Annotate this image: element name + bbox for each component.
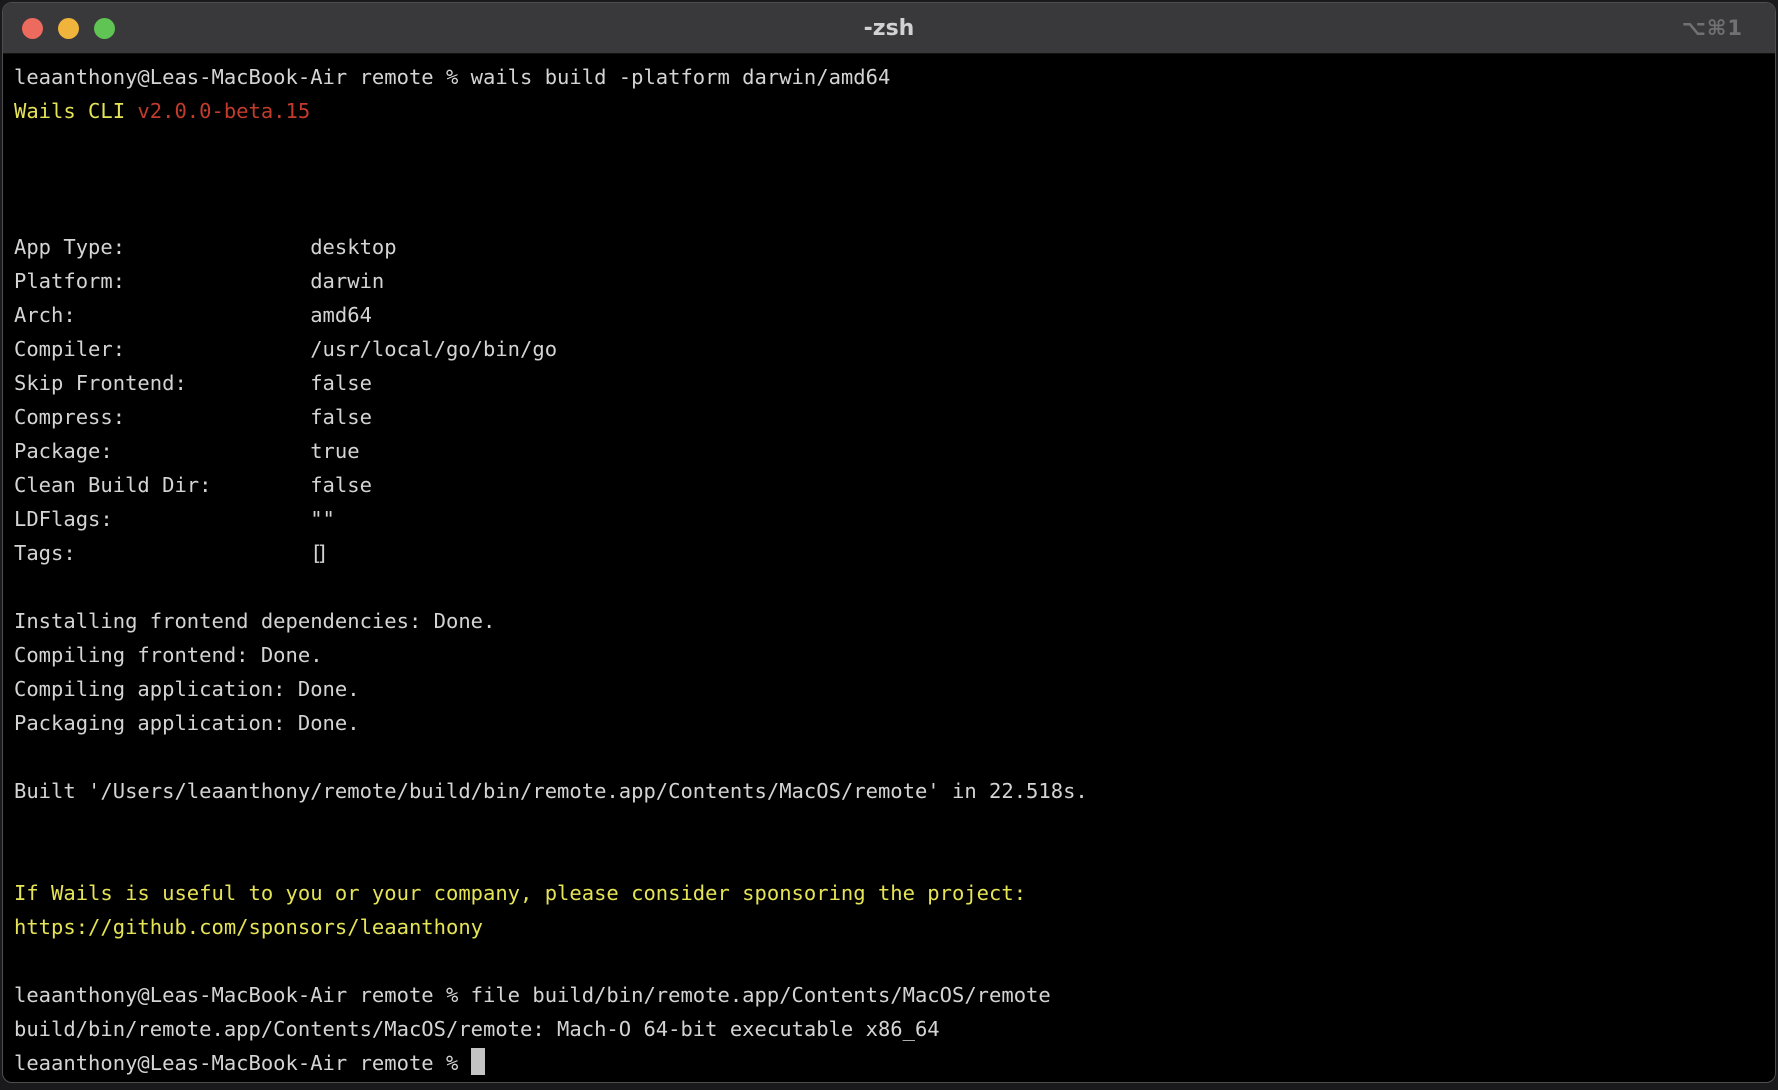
traffic-lights (3, 18, 115, 39)
terminal-line: Wails CLI v2.0.0-beta.15 (14, 94, 1764, 128)
terminal-line: Built '/Users/leaanthony/remote/build/bi… (14, 774, 1764, 808)
terminal-line: leaanthony@Leas-MacBook-Air remote % (14, 1046, 1764, 1080)
terminal-line (14, 740, 1764, 774)
text-cursor[interactable] (471, 1048, 485, 1075)
terminal-text-segment: Compress: false (14, 405, 372, 429)
terminal-text-segment: If Wails is useful to you or your compan… (14, 881, 1026, 905)
terminal-text-segment: Package: true (14, 439, 360, 463)
terminal-text-segment: v2.0.0-beta.15 (137, 99, 310, 123)
empty-tags-value: [] (310, 541, 322, 565)
terminal-line: LDFlags: "" (14, 502, 1764, 536)
terminal-text-segment: Platform: darwin (14, 269, 384, 293)
terminal-line: Compiling application: Done. (14, 672, 1764, 706)
terminal-line (14, 128, 1764, 162)
terminal-text-segment: Compiling application: Done. (14, 677, 360, 701)
terminal-line: App Type: desktop (14, 230, 1764, 264)
terminal-line: Clean Build Dir: false (14, 468, 1764, 502)
window-title: -zsh (3, 16, 1775, 41)
tab-shortcut-badge: ⌥⌘1 (1682, 16, 1743, 40)
terminal-line (14, 162, 1764, 196)
terminal-line: Compiling frontend: Done. (14, 638, 1764, 672)
minimize-button[interactable] (58, 18, 79, 39)
terminal-line (14, 808, 1764, 842)
title-bar[interactable]: -zsh ⌥⌘1 (3, 3, 1775, 54)
terminal-text-segment: leaanthony@Leas-MacBook-Air remote % (14, 1051, 471, 1075)
terminal-text-segment: leaanthony@Leas-MacBook-Air remote % wai… (14, 65, 890, 89)
terminal-line (14, 570, 1764, 604)
terminal-line: Compress: false (14, 400, 1764, 434)
terminal-line: Packaging application: Done. (14, 706, 1764, 740)
terminal-text-segment: Built '/Users/leaanthony/remote/build/bi… (14, 779, 1088, 803)
terminal-text-segment: leaanthony@Leas-MacBook-Air remote % fil… (14, 983, 1051, 1007)
terminal-output-area[interactable]: leaanthony@Leas-MacBook-Air remote % wai… (3, 54, 1775, 1080)
zoom-button[interactable] (94, 18, 115, 39)
terminal-text-segment: LDFlags: "" (14, 507, 335, 531)
terminal-text-segment: Compiler: /usr/local/go/bin/go (14, 337, 557, 361)
terminal-text-segment: Skip Frontend: false (14, 371, 372, 395)
terminal-line: Skip Frontend: false (14, 366, 1764, 400)
terminal-line: Installing frontend dependencies: Done. (14, 604, 1764, 638)
terminal-text-segment: Arch: amd64 (14, 303, 372, 327)
terminal-text-segment: Packaging application: Done. (14, 711, 360, 735)
terminal-line: https://github.com/sponsors/leaanthony (14, 910, 1764, 944)
terminal-line (14, 196, 1764, 230)
terminal-line: Compiler: /usr/local/go/bin/go (14, 332, 1764, 366)
terminal-text-segment: Tags: (14, 541, 310, 565)
terminal-line: Tags: [] (14, 536, 1764, 570)
terminal-line: If Wails is useful to you or your compan… (14, 876, 1764, 910)
terminal-text-segment: Wails CLI (14, 99, 137, 123)
terminal-line: leaanthony@Leas-MacBook-Air remote % wai… (14, 60, 1764, 94)
terminal-text-segment: App Type: desktop (14, 235, 397, 259)
terminal-line: Platform: darwin (14, 264, 1764, 298)
terminal-line (14, 944, 1764, 978)
terminal-text-segment: Installing frontend dependencies: Done. (14, 609, 495, 633)
terminal-window: -zsh ⌥⌘1 leaanthony@Leas-MacBook-Air rem… (2, 2, 1776, 1083)
terminal-line (14, 842, 1764, 876)
terminal-line: Arch: amd64 (14, 298, 1764, 332)
terminal-line: leaanthony@Leas-MacBook-Air remote % fil… (14, 978, 1764, 1012)
terminal-text-segment: Compiling frontend: Done. (14, 643, 323, 667)
terminal-text-segment: Clean Build Dir: false (14, 473, 372, 497)
terminal-line: build/bin/remote.app/Contents/MacOS/remo… (14, 1012, 1764, 1046)
terminal-text-segment: build/bin/remote.app/Contents/MacOS/remo… (14, 1017, 940, 1041)
close-button[interactable] (22, 18, 43, 39)
terminal-text-segment: https://github.com/sponsors/leaanthony (14, 915, 483, 939)
terminal-line: Package: true (14, 434, 1764, 468)
